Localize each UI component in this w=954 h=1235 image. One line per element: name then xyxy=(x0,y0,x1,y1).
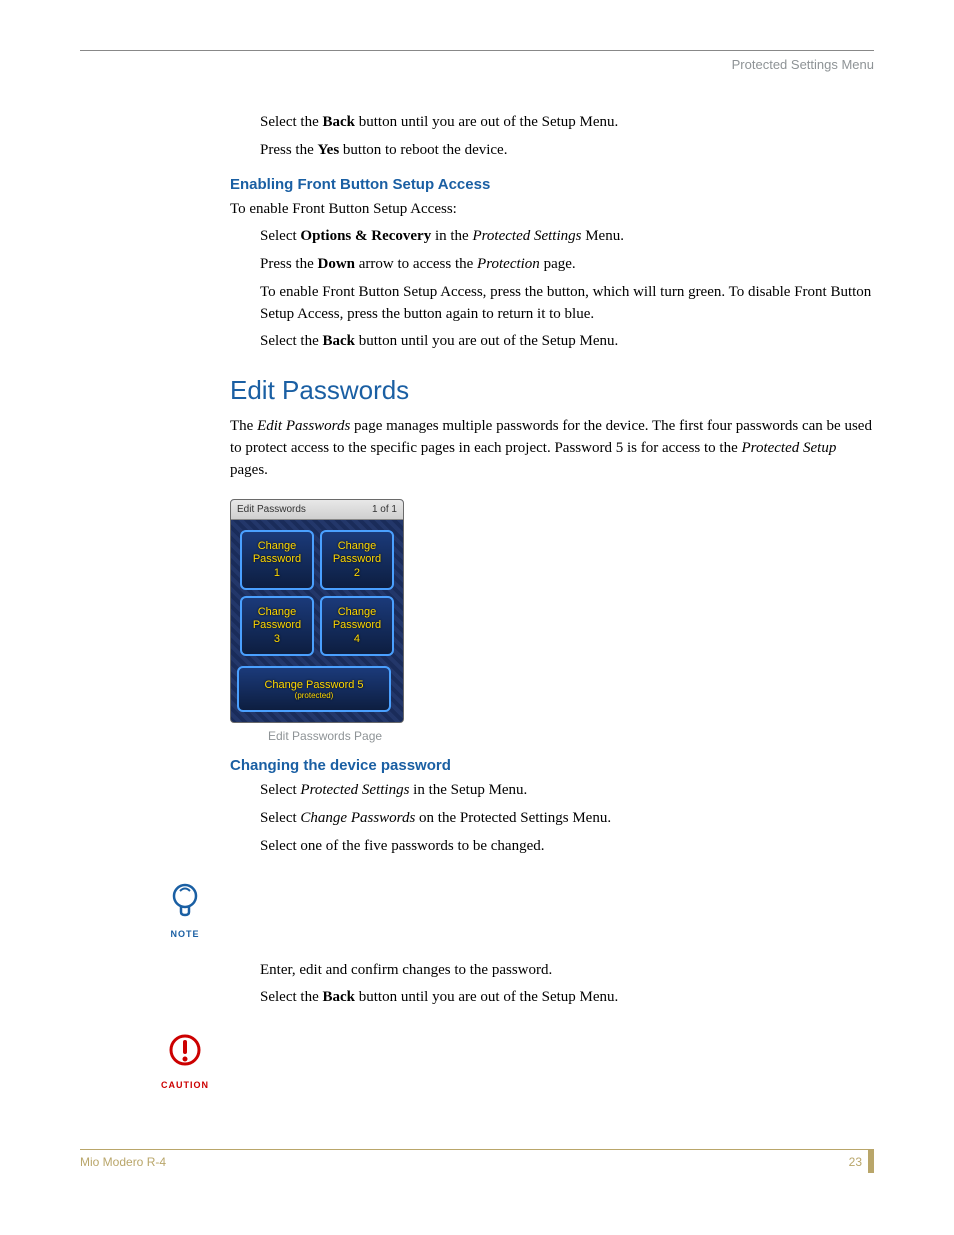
header-rule xyxy=(80,50,874,51)
figure-edit-passwords: Edit Passwords 1 of 1 Change Password 1 … xyxy=(230,499,874,743)
lightbulb-icon xyxy=(168,882,202,922)
change-password-5-label: Change Password 5 xyxy=(264,679,363,691)
caution-icon xyxy=(168,1033,202,1073)
panel-titlebar: Edit Passwords 1 of 1 xyxy=(231,500,403,520)
change-step-2: Select Change Passwords on the Protected… xyxy=(260,808,874,830)
footer-product-name: Mio Modero R-4 xyxy=(80,1155,174,1169)
figure-caption: Edit Passwords Page xyxy=(268,729,874,743)
after-note-step-1: Enter, edit and confirm changes to the p… xyxy=(260,960,874,982)
heading-enabling-front-button: Enabling Front Button Setup Access xyxy=(230,176,874,193)
heading-changing-password: Changing the device password xyxy=(230,757,874,774)
panel-title-text: Edit Passwords xyxy=(237,504,306,515)
header-section-title: Protected Settings Menu xyxy=(80,57,874,72)
footer-page-number: 23 xyxy=(849,1155,862,1169)
heading-edit-passwords: Edit Passwords xyxy=(230,375,874,406)
change-password-3-button[interactable]: Change Password 3 xyxy=(240,596,314,656)
change-password-1-button[interactable]: Change Password 1 xyxy=(240,530,314,590)
change-password-2-button[interactable]: Change Password 2 xyxy=(320,530,394,590)
intro-step-yes: Press the Yes button to reboot the devic… xyxy=(260,140,874,162)
change-password-5-sublabel: (protected) xyxy=(295,691,334,700)
enable-step-4: Select the Back button until you are out… xyxy=(260,331,874,353)
after-note-step-2: Select the Back button until you are out… xyxy=(260,987,874,1009)
panel-page-indicator: 1 of 1 xyxy=(372,504,397,515)
footer: Mio Modero R-4 23 xyxy=(80,1149,874,1173)
caution-label: CAUTION xyxy=(160,1080,210,1090)
panel-body: Change Password 1 Change Password 2 Chan… xyxy=(231,520,403,722)
note-label: NOTE xyxy=(160,929,210,939)
change-password-5-button[interactable]: Change Password 5 (protected) xyxy=(237,666,391,712)
change-step-3: Select one of the five passwords to be c… xyxy=(260,836,874,858)
change-step-1: Select Protected Settings in the Setup M… xyxy=(260,780,874,802)
spacer xyxy=(230,864,874,954)
enable-step-2: Press the Down arrow to access the Prote… xyxy=(260,254,874,276)
enable-step-1: Select Options & Recovery in the Protect… xyxy=(260,226,874,248)
main-content: Select the Back button until you are out… xyxy=(230,112,874,1009)
edit-passwords-description: The Edit Passwords page manages multiple… xyxy=(230,416,874,481)
enable-lead: To enable Front Button Setup Access: xyxy=(230,199,874,221)
intro-step-back: Select the Back button until you are out… xyxy=(260,112,874,134)
footer-tab xyxy=(868,1149,874,1173)
enable-step-3: To enable Front Button Setup Access, pre… xyxy=(260,282,874,326)
change-password-4-button[interactable]: Change Password 4 xyxy=(320,596,394,656)
edit-passwords-panel: Edit Passwords 1 of 1 Change Password 1 … xyxy=(230,499,404,723)
